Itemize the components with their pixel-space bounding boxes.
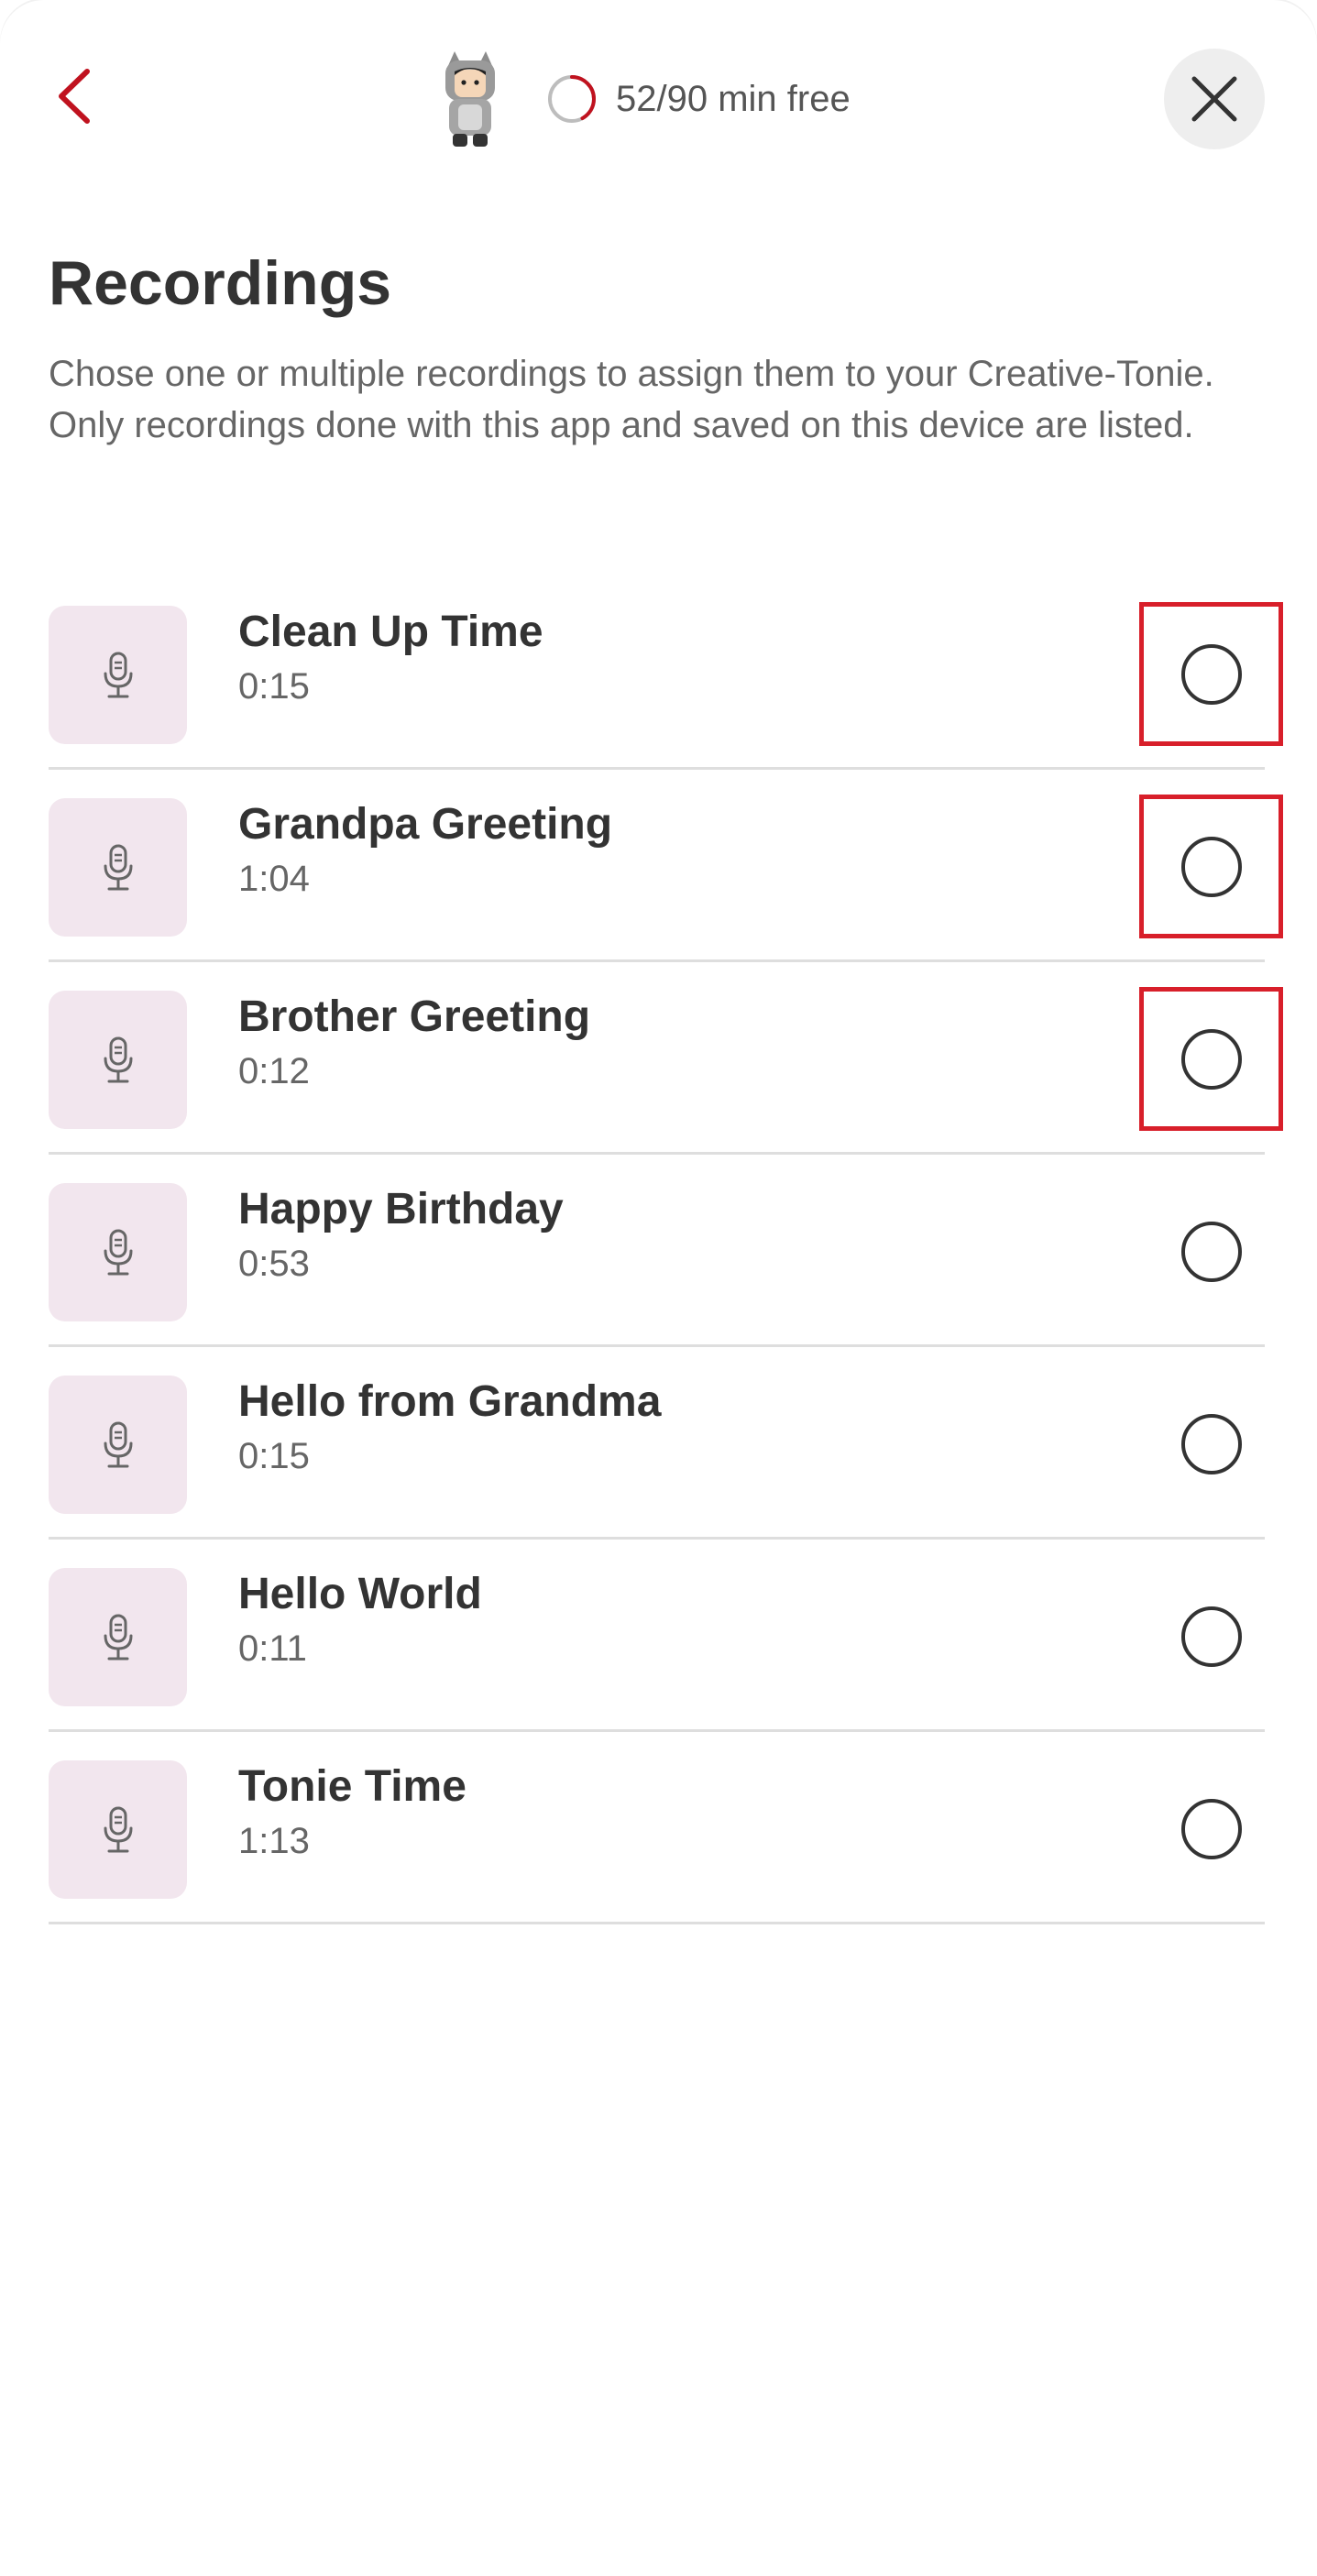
recording-duration: 1:13	[238, 1821, 310, 1861]
microphone-icon	[104, 1421, 132, 1467]
recording-title: Grandpa Greeting	[238, 800, 613, 849]
capacity-ring-icon	[548, 75, 596, 123]
recordings-list: Clean Up Time 0:15 Grandpa Greeting 1:04	[49, 577, 1283, 1924]
capacity-indicator: 52/90 min free	[546, 71, 851, 126]
recording-title: Brother Greeting	[238, 992, 591, 1041]
page-description: Chose one or multiple recordings to assi…	[49, 354, 1214, 445]
recording-select-radio[interactable]	[1139, 1564, 1283, 1708]
recording-duration: 0:53	[238, 1244, 310, 1284]
recording-icon-tile	[49, 606, 187, 744]
recording-title: Hello from Grandma	[238, 1377, 662, 1426]
recording-row[interactable]: Hello World 0:11	[49, 1540, 1265, 1732]
recording-select-radio[interactable]	[1139, 1372, 1283, 1516]
capacity-text: 52/90 min free	[616, 78, 851, 119]
microphone-icon	[104, 844, 132, 890]
radio-circle-icon	[1180, 836, 1242, 897]
microphone-icon	[104, 652, 132, 697]
recording-duration: 0:11	[238, 1628, 307, 1669]
recording-duration: 0:15	[238, 1436, 310, 1476]
recording-duration: 0:15	[238, 666, 310, 707]
microphone-icon	[104, 1036, 132, 1082]
recording-select-radio[interactable]	[1139, 1757, 1283, 1901]
recording-title: Clean Up Time	[238, 608, 543, 656]
chevron-left-icon	[59, 69, 90, 124]
recording-row[interactable]: Happy Birthday 0:53	[49, 1155, 1265, 1347]
radio-circle-icon	[1180, 1798, 1242, 1859]
recording-select-radio[interactable]	[1139, 602, 1283, 746]
recording-duration: 0:12	[238, 1051, 310, 1091]
radio-circle-icon	[1180, 1028, 1242, 1090]
recording-select-radio[interactable]	[1139, 987, 1283, 1131]
recording-title: Happy Birthday	[238, 1185, 564, 1233]
recording-title: Hello World	[238, 1570, 482, 1618]
microphone-icon	[104, 1806, 132, 1852]
recording-icon-tile	[49, 991, 187, 1129]
recording-row[interactable]: Hello from Grandma 0:15	[49, 1347, 1265, 1540]
back-button[interactable]	[37, 55, 110, 137]
recording-icon-tile	[49, 1760, 187, 1899]
recording-icon-tile	[49, 798, 187, 937]
recording-icon-tile	[49, 1183, 187, 1321]
recording-icon-tile	[49, 1376, 187, 1514]
radio-circle-icon	[1180, 1413, 1242, 1474]
microphone-icon	[104, 1229, 132, 1275]
recording-duration: 1:04	[238, 859, 310, 899]
recording-row[interactable]: Clean Up Time 0:15	[49, 577, 1283, 770]
recording-row[interactable]: Brother Greeting 0:12	[49, 962, 1283, 1155]
radio-circle-icon	[1180, 1606, 1242, 1667]
recording-select-radio[interactable]	[1139, 1179, 1283, 1323]
radio-circle-icon	[1180, 643, 1242, 705]
recording-title: Tonie Time	[238, 1762, 466, 1811]
close-icon	[1191, 76, 1237, 122]
recording-select-radio[interactable]	[1139, 795, 1283, 938]
close-button[interactable]	[1164, 49, 1265, 149]
microphone-icon	[104, 1614, 132, 1660]
radio-circle-icon	[1180, 1221, 1242, 1282]
recording-row[interactable]: Grandpa Greeting 1:04	[49, 770, 1283, 962]
recording-icon-tile	[49, 1568, 187, 1706]
page-title: Recordings	[49, 248, 392, 318]
tonie-figure-icon	[445, 51, 495, 147]
recording-row[interactable]: Tonie Time 1:13	[49, 1732, 1265, 1924]
bottom-sheet: 52/90 min free Recordings Chose one or m…	[0, 0, 1317, 2576]
